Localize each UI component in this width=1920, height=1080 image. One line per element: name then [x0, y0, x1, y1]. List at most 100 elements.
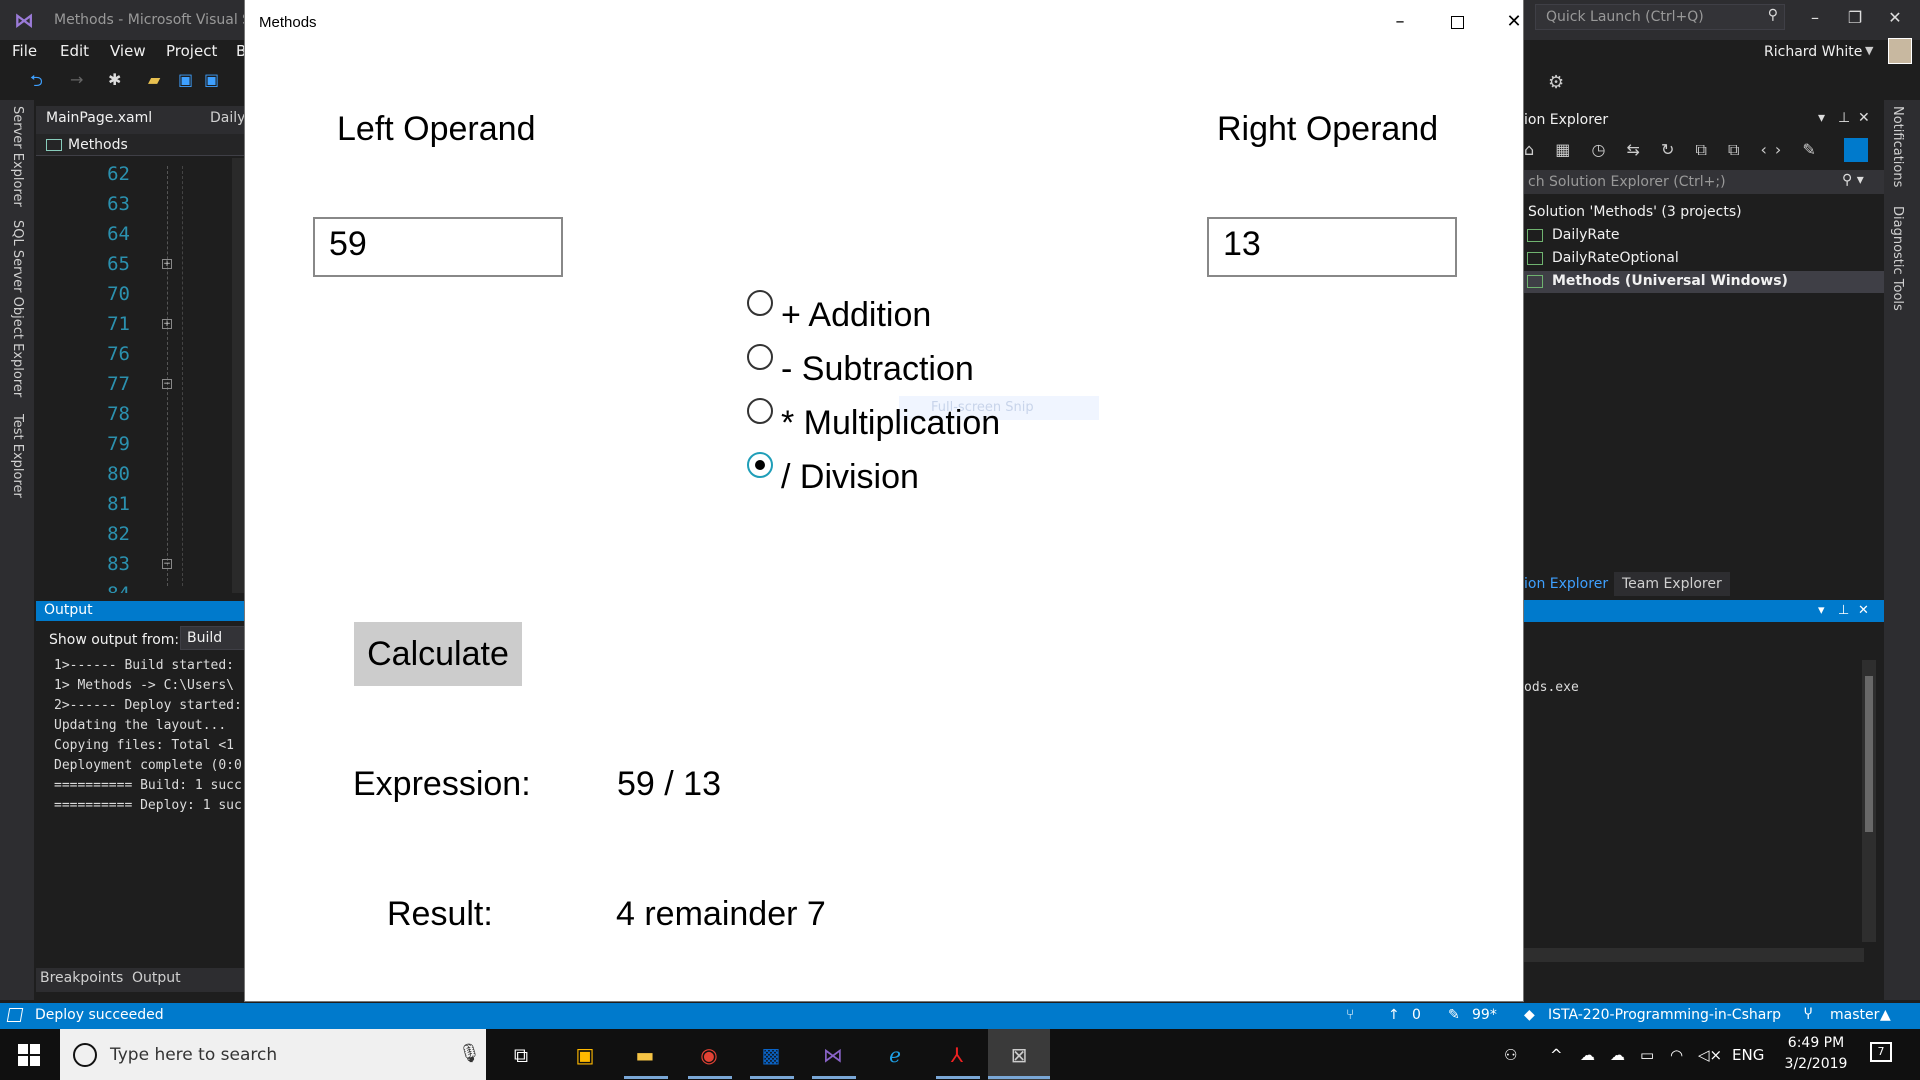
- chevron-down-icon[interactable]: ▾: [1818, 110, 1825, 126]
- project-node-dailyrate[interactable]: DailyRate: [1552, 227, 1620, 243]
- radio-label-division: / Division: [781, 458, 919, 496]
- radio-button[interactable]: [747, 290, 773, 316]
- save-icon[interactable]: ▣: [178, 70, 193, 89]
- git-compare-icon[interactable]: ⑂: [1346, 1007, 1354, 1023]
- live-share-icon[interactable]: ⚙: [1548, 72, 1564, 93]
- radio-button-selected[interactable]: [747, 452, 773, 478]
- clock-date[interactable]: 3/2/2019: [1778, 1056, 1854, 1072]
- clock-time[interactable]: 6:49 PM: [1786, 1035, 1846, 1051]
- calculate-button[interactable]: Calculate: [354, 622, 522, 686]
- store-icon[interactable]: ▣: [570, 1040, 600, 1070]
- project-node-dailyrateoptional[interactable]: DailyRateOptional: [1552, 250, 1679, 266]
- tab-output[interactable]: Output: [132, 970, 181, 986]
- pencil-icon[interactable]: ✎: [1448, 1007, 1460, 1023]
- new-project-icon[interactable]: ✱: [108, 70, 121, 89]
- expand-icon[interactable]: +: [162, 259, 172, 269]
- menu-view[interactable]: View: [110, 42, 146, 60]
- solution-explorer-toolbar[interactable]: ⌂ ▦ ◷ ⇆ ↻ ⧉ ⧉ ‹› ✎: [1524, 140, 1824, 160]
- quick-launch-input[interactable]: Quick Launch (Ctrl+Q) ⚲: [1535, 4, 1785, 30]
- repo-name[interactable]: ISTA-220-Programming-in-Csharp: [1548, 1007, 1781, 1023]
- chrome-icon[interactable]: ◉: [694, 1040, 724, 1070]
- volume-icon[interactable]: ◁×: [1698, 1046, 1722, 1064]
- menu-project[interactable]: Project: [166, 42, 217, 60]
- taskbar-search-placeholder[interactable]: Type here to search: [110, 1045, 277, 1065]
- visual-studio-icon[interactable]: ⋈: [818, 1040, 848, 1070]
- collapse-icon[interactable]: −: [162, 559, 172, 569]
- output-horizontal-scrollbar[interactable]: [1524, 948, 1864, 962]
- tab-team-explorer[interactable]: Team Explorer: [1614, 572, 1730, 596]
- chevron-down-icon[interactable]: ▼: [1865, 44, 1873, 57]
- push-icon[interactable]: ↑: [1388, 1007, 1400, 1023]
- doc-tab-mainpage[interactable]: MainPage.xaml: [46, 110, 152, 126]
- cortana-icon[interactable]: [73, 1043, 97, 1067]
- vs-close-button[interactable]: ✕: [1880, 8, 1910, 27]
- menu-file[interactable]: File: [12, 42, 37, 60]
- pin-icon[interactable]: ⊥: [1838, 603, 1849, 618]
- nav-class-dropdown[interactable]: Methods: [68, 137, 128, 153]
- right-operand-input[interactable]: 13: [1207, 217, 1457, 277]
- output-source-select[interactable]: Build: [180, 626, 246, 650]
- people-icon[interactable]: ⚇: [1504, 1046, 1517, 1064]
- scrollbar-thumb[interactable]: [1865, 676, 1873, 832]
- solution-node[interactable]: Solution 'Methods' (3 projects): [1528, 204, 1742, 220]
- vs-restore-button[interactable]: ❐: [1840, 8, 1870, 27]
- cloud-icon[interactable]: ☁: [1610, 1046, 1625, 1064]
- branch-icon[interactable]: Ⴤ: [1804, 1007, 1812, 1023]
- onedrive-icon[interactable]: ☁: [1580, 1046, 1595, 1064]
- code-editor[interactable]: [36, 158, 246, 593]
- microphone-icon[interactable]: 🎙: [458, 1043, 481, 1064]
- left-operand-input[interactable]: 59: [313, 217, 563, 277]
- file-explorer-icon[interactable]: ▬: [630, 1040, 660, 1070]
- forward-icon[interactable]: →: [70, 70, 83, 89]
- output-line: ========== Build: 1 succ: [54, 778, 242, 793]
- tab-notifications[interactable]: Notifications: [1890, 106, 1905, 187]
- tab-server-explorer[interactable]: Server Explorer: [10, 106, 25, 207]
- tab-breakpoints[interactable]: Breakpoints: [40, 970, 123, 986]
- solution-search-input[interactable]: ch Solution Explorer (Ctrl+;): [1524, 170, 1884, 194]
- action-center-icon[interactable]: 7: [1870, 1042, 1892, 1062]
- collapse-icon[interactable]: −: [162, 379, 172, 389]
- tab-solution-explorer[interactable]: ion Explorer: [1524, 576, 1608, 592]
- outlook-icon[interactable]: ▩: [756, 1040, 786, 1070]
- radio-button[interactable]: [747, 398, 773, 424]
- project-node-methods[interactable]: Methods (Universal Windows): [1552, 273, 1788, 289]
- maximize-button[interactable]: [1434, 6, 1480, 38]
- open-folder-icon[interactable]: ▰: [148, 70, 160, 89]
- pin-icon[interactable]: ⊥: [1838, 110, 1850, 126]
- radio-button[interactable]: [747, 344, 773, 370]
- input-language[interactable]: ENG: [1732, 1046, 1764, 1064]
- tab-test-explorer[interactable]: Test Explorer: [10, 414, 25, 498]
- battery-icon[interactable]: ▭: [1640, 1046, 1654, 1064]
- branch-name[interactable]: master: [1830, 1007, 1879, 1023]
- methods-app-icon[interactable]: ⊠: [1004, 1040, 1034, 1070]
- vs-user-name[interactable]: Richard White: [1764, 44, 1862, 60]
- repo-icon[interactable]: ◆: [1524, 1007, 1535, 1023]
- chevron-down-icon[interactable]: ▾: [1818, 603, 1825, 618]
- task-view-icon[interactable]: ⧉: [506, 1040, 536, 1070]
- push-count[interactable]: 0: [1412, 1007, 1421, 1023]
- changes-count[interactable]: 99*: [1472, 1007, 1497, 1023]
- tab-sql-server-object-explorer[interactable]: SQL Server Object Explorer: [10, 220, 25, 397]
- chevron-up-icon[interactable]: ▲: [1880, 1007, 1891, 1023]
- save-all-icon[interactable]: ▣: [204, 70, 219, 89]
- minimize-button[interactable]: –: [1377, 6, 1423, 38]
- windows-start-icon[interactable]: [18, 1044, 40, 1066]
- deploy-status-icon: [6, 1008, 24, 1022]
- close-icon[interactable]: ✕: [1858, 603, 1869, 618]
- close-button[interactable]: ✕: [1491, 6, 1537, 38]
- edge-icon[interactable]: ℯ: [880, 1040, 910, 1070]
- expand-icon[interactable]: +: [162, 319, 172, 329]
- avatar[interactable]: [1888, 38, 1912, 64]
- wifi-icon[interactable]: ◠: [1670, 1046, 1683, 1064]
- doc-tab-daily[interactable]: Daily: [210, 110, 245, 126]
- back-icon[interactable]: ⮌: [30, 70, 43, 97]
- line-number: 77: [107, 373, 130, 395]
- chevron-up-icon[interactable]: ^: [1550, 1046, 1563, 1064]
- tab-diagnostic-tools[interactable]: Diagnostic Tools: [1890, 206, 1905, 311]
- close-icon[interactable]: ✕: [1858, 110, 1870, 126]
- app-titlebar[interactable]: Methods – ✕: [245, 0, 1523, 44]
- acrobat-icon[interactable]: ⅄: [942, 1040, 972, 1070]
- vs-minimize-button[interactable]: –: [1800, 8, 1830, 27]
- menu-edit[interactable]: Edit: [60, 42, 89, 60]
- properties-icon[interactable]: [1844, 138, 1868, 162]
